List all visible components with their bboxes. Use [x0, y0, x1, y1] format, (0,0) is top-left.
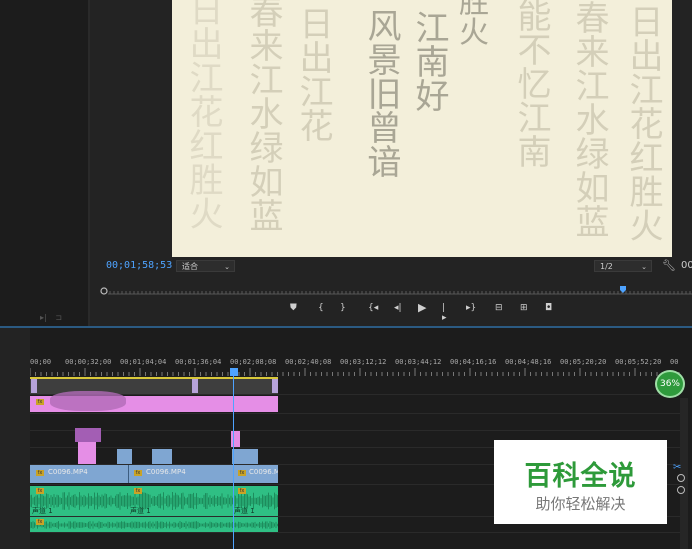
- audio-waveform: [30, 521, 278, 529]
- duration-timecode: 00: [681, 260, 692, 271]
- video-clip[interactable]: fx C0096.MP4: [234, 465, 278, 483]
- fx-badge: fx: [134, 470, 142, 476]
- video-clip[interactable]: fx C0096.MP4: [30, 465, 129, 483]
- video-clip[interactable]: fx C0096.MP4: [129, 465, 234, 483]
- pink-block[interactable]: [75, 428, 101, 442]
- ruler-label: 00;05;52;20: [615, 358, 662, 366]
- pink-clip-overlay: [50, 391, 126, 411]
- scroll-handle-top[interactable]: [677, 474, 685, 482]
- fx-badge: fx: [134, 488, 142, 494]
- blue-block[interactable]: [232, 449, 258, 464]
- monitor-scrub-bar[interactable]: [100, 286, 692, 296]
- watermark-subtitle: 助你轻松解决: [535, 495, 626, 513]
- go-to-out-icon[interactable]: ▸}: [466, 303, 476, 313]
- scroll-handle-bottom[interactable]: [677, 486, 685, 494]
- calligraphy-col-6: 胜火: [453, 0, 488, 46]
- channel-label: 声道 1: [234, 507, 255, 515]
- timeline-playhead-line[interactable]: [233, 376, 234, 549]
- blue-block[interactable]: [117, 449, 132, 464]
- chevron-down-icon: ⌄: [224, 263, 230, 271]
- waveform-bars: [30, 521, 278, 529]
- clip-name: C0096.MP4: [249, 468, 278, 476]
- fx-badge: fx: [36, 470, 44, 476]
- ruler-label: 00;03;12;12: [340, 358, 387, 366]
- step-back-icon[interactable]: ◂|: [394, 303, 402, 313]
- calligraphy-col-5: 江南好: [409, 10, 449, 112]
- fit-dropdown[interactable]: 适合 ⌄: [176, 260, 235, 272]
- left-panel: [0, 0, 88, 326]
- fit-dropdown-value: 适合: [182, 262, 198, 271]
- step-forward-icon[interactable]: |▸: [442, 303, 447, 323]
- chevron-down-icon: ⌄: [641, 263, 647, 271]
- insert-icon[interactable]: ▸|: [40, 313, 47, 322]
- scissors-icon[interactable]: ✂: [673, 462, 681, 473]
- calligraphy-col-7: 能不忆江南: [511, 0, 551, 168]
- ruler-label: 00;03;44;12: [395, 358, 442, 366]
- video-preview: 日出江花红胜火 春来江水绿如蓝 日出江花 风景旧曾谙 江南好 胜火 能不忆江南 …: [172, 0, 672, 257]
- ruler-label: 00: [670, 358, 679, 366]
- ruler-label: 00;04;48;16: [505, 358, 552, 366]
- monitor-playhead-marker[interactable]: [620, 286, 626, 293]
- ruler-ticks: [30, 368, 680, 376]
- calligraphy-col-2: 春来江水绿如蓝: [243, 0, 283, 232]
- play-icon[interactable]: ▶: [418, 301, 426, 314]
- lift-icon[interactable]: ⊟: [495, 303, 503, 313]
- track-headers: [0, 328, 30, 549]
- audio-clip-2[interactable]: fx: [30, 517, 278, 532]
- go-to-in-icon[interactable]: {◂: [368, 303, 378, 313]
- timeline-playhead-head[interactable]: [230, 368, 238, 376]
- clip-name: C0096.MP4: [146, 468, 186, 476]
- track-divider: [30, 532, 680, 533]
- resolution-dropdown-value: 1/2: [600, 262, 613, 271]
- clip-name: C0096.MP4: [48, 468, 88, 476]
- camera-icon[interactable]: ◘: [545, 303, 552, 313]
- scrub-ticks: [108, 291, 692, 295]
- ruler-label: 00;00;32;00: [65, 358, 112, 366]
- ruler-label: 00;00: [30, 358, 52, 366]
- ruler-label: 00;04;16;16: [450, 358, 497, 366]
- audio-clip[interactable]: fx fx fx 声道 1 声道 1 声道 1: [30, 486, 278, 516]
- left-panel-icons[interactable]: ▸| ⊐: [40, 313, 62, 322]
- keyframe-handle[interactable]: [272, 379, 278, 393]
- channel-label: 声道 1: [130, 507, 151, 515]
- add-marker-icon[interactable]: ⛊: [290, 303, 297, 313]
- playhead-timecode[interactable]: 00;01;58;53: [106, 260, 172, 271]
- fx-badge: fx: [238, 488, 246, 494]
- zoom-badge[interactable]: 36%: [655, 370, 685, 398]
- ruler-label: 00;02;40;08: [285, 358, 332, 366]
- mark-in-icon[interactable]: {: [318, 303, 324, 313]
- calligraphy-col-3: 日出江花: [293, 6, 333, 142]
- track-divider: [30, 394, 680, 395]
- watermark: 百科全说 助你轻松解决: [494, 440, 667, 524]
- folder-icon[interactable]: ⊐: [55, 313, 62, 322]
- calligraphy-col-4: 风景旧曾谙: [361, 8, 401, 178]
- ruler-label: 00;05;20;20: [560, 358, 607, 366]
- ruler-label: 00;01;04;04: [120, 358, 167, 366]
- ruler-label: 00;01;36;04: [175, 358, 222, 366]
- calligraphy-col-8: 春来江水绿如蓝: [569, 0, 609, 238]
- channel-label: 声道 1: [32, 507, 53, 515]
- track-divider: [30, 430, 680, 431]
- fx-badge: fx: [238, 470, 246, 476]
- keyframe-handle[interactable]: [31, 379, 37, 393]
- watermark-title: 百科全说: [524, 461, 637, 492]
- fx-badge: fx: [36, 488, 44, 494]
- scrub-start-handle[interactable]: [100, 287, 108, 295]
- pink-block[interactable]: [78, 442, 96, 464]
- fx-badge: fx: [36, 519, 44, 525]
- calligraphy-col-1: 日出江花红胜火: [183, 0, 223, 230]
- mark-out-icon[interactable]: }: [340, 303, 346, 313]
- ruler-label: 00;02;08;08: [230, 358, 277, 366]
- fx-badge: fx: [36, 399, 44, 405]
- calligraphy-col-9: 日出江花红胜火: [623, 4, 663, 242]
- blue-block[interactable]: [152, 449, 172, 464]
- resolution-dropdown[interactable]: 1/2 ⌄: [594, 260, 652, 272]
- extract-icon[interactable]: ⊞: [520, 303, 528, 313]
- timeline-ruler[interactable]: 00;00 00;00;32;00 00;01;04;04 00;01;36;04 00…: [30, 358, 680, 368]
- track-divider: [30, 413, 680, 414]
- keyframe-handle[interactable]: [192, 379, 198, 393]
- wrench-icon[interactable]: 🔧︎: [662, 259, 676, 272]
